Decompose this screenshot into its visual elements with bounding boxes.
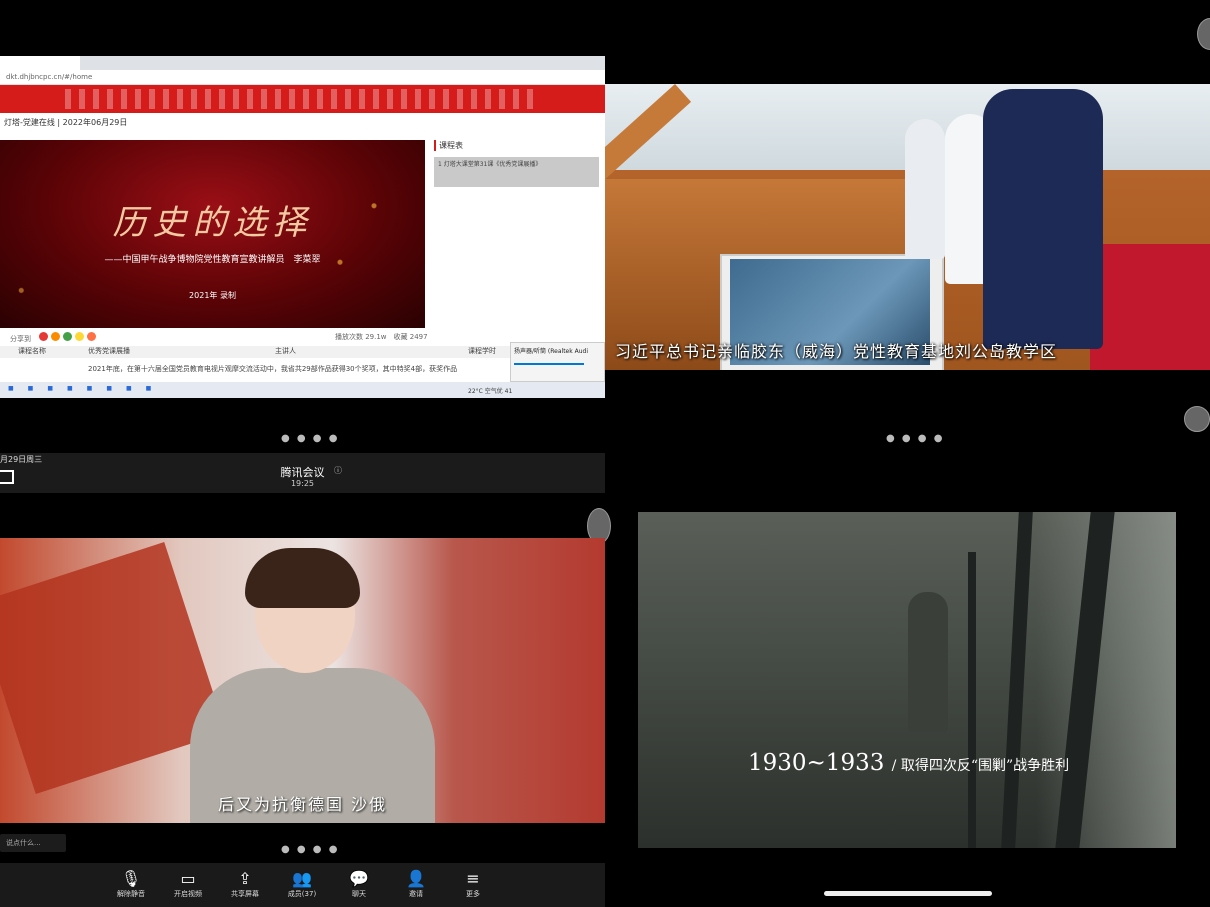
participant-avatar[interactable] [1184,406,1210,432]
page-indicator[interactable]: ● ● ● ● [886,433,944,444]
share-icon[interactable] [87,332,97,341]
video-subtitle: ——中国甲午战争博物院党性教育宣教讲解员 李菜翠 [104,255,321,265]
chat-icon: 💬 [349,869,369,888]
col-course-value: 优秀党课展播 [88,347,130,355]
members-button[interactable]: 👥 成员(37) [277,869,327,899]
video-subtitle: 后又为抗衡德国 沙俄 [217,795,388,814]
site-banner [0,85,605,113]
page-indicator[interactable]: ● ● ● ● [281,844,339,855]
audio-device-label: 扬声器/听筒 (Realtek Audi [514,348,589,355]
caption-years: 1930~1933 [748,750,885,776]
audio-output-popup[interactable]: 扬声器/听筒 (Realtek Audi [510,342,605,382]
course-schedule-item[interactable]: 1 灯塔大课堂第31课《优秀党课展播》 [434,157,599,187]
home-indicator[interactable] [824,891,992,896]
invite-button[interactable]: 👤 邀请 [391,869,441,899]
person-figure [905,119,945,259]
tree-trunk [968,552,976,848]
share-icons[interactable] [39,332,99,343]
browser-tab-bar [0,56,605,70]
participant-avatar[interactable] [1197,18,1210,50]
course-schedule: 课程表 1 灯塔大课堂第31课《优秀党课展播》 [434,140,599,190]
camera-off-icon: ▭ [180,869,196,888]
share-icon[interactable] [51,332,61,341]
meeting-control-bar: 🎙 解除静音 ▭ 开启视频 ⇪ 共享屏幕 👥 成员(37) 💬 聊天 👤 邀请 ≡ 更多 [0,863,605,907]
control-label: 邀请 [409,890,423,898]
meeting-title[interactable]: 腾讯会议 [0,464,605,480]
shared-video-panel-2: 习近平总书记亲临胶东（威海）党性教育基地刘公岛教学区 [605,84,1210,370]
speaker-hair [245,548,360,608]
mic-muted-icon: 🎙 [120,869,142,888]
tree-trunk [1001,512,1033,848]
control-label: 聊天 [352,890,366,898]
info-icon[interactable]: ⓘ [334,465,342,476]
soldier-silhouette [908,592,948,732]
video-caption: 习近平总书记亲临胶东（威海）党性教育基地刘公岛教学区 [615,342,1058,361]
person-figure [983,89,1103,349]
chat-input[interactable]: 说点什么... [0,834,66,852]
start-video-button[interactable]: ▭ 开启视频 [163,869,213,899]
video-year: 2021年 录制 [189,291,236,300]
video-player[interactable]: 历史的选择 ——中国甲午战争博物院党性教育宣教讲解员 李菜翠 2021年 录制 [0,140,425,328]
video-title: 历史的选择 [112,203,313,243]
volume-slider[interactable] [514,363,584,365]
play-stats: 播放次数 29.1w 收藏 2497 [335,333,428,341]
windows-taskbar: ■■■■■■■■ 22°C 空气优 41 [0,382,605,398]
members-icon: 👥 [292,869,312,888]
browser-tab[interactable] [0,56,80,70]
weather-status: 22°C 空气优 41 [468,388,513,395]
banner-ornament [65,89,535,109]
control-label: 更多 [466,890,480,898]
unmute-button[interactable]: 🎙 解除静音 [106,869,156,899]
col-hours: 课程学时 [468,347,496,355]
share-icon[interactable] [39,332,49,341]
speaker-video: 后又为抗衡德国 沙俄 [0,538,605,823]
breadcrumb: 灯塔-党建在线 | 2022年06月29日 [4,118,128,127]
more-button[interactable]: ≡ 更多 [448,869,498,899]
caption-text: / 取得四次反“围剿”战争胜利 [891,758,1070,774]
share-label: 分享到 [10,335,31,343]
invite-icon: 👤 [406,869,426,888]
video-caption: 1930~1933 / 取得四次反“围剿”战争胜利 [748,750,1069,776]
control-label: 解除静音 [117,890,145,898]
control-label: 开启视频 [174,890,202,898]
more-icon: ≡ [466,869,480,888]
meeting-time: 19:25 [290,479,315,488]
share-screen-button[interactable]: ⇪ 共享屏幕 [220,869,270,899]
taskbar-icons[interactable]: ■■■■■■■■ [8,385,165,392]
control-label: 共享屏幕 [231,890,259,898]
col-lecturer: 主讲人 [275,347,296,355]
shared-video-panel-4: 1930~1933 / 取得四次反“围剿”战争胜利 [638,512,1176,848]
share-screen-icon: ⇪ [238,869,252,888]
browser-screen-panel: dkt.dhjbncpc.cn/#/home 灯塔-党建在线 | 2022年06… [0,56,605,398]
address-bar[interactable]: dkt.dhjbncpc.cn/#/home [0,70,605,85]
share-icon[interactable] [75,332,85,341]
control-label: 成员(37) [287,890,317,898]
page-indicator[interactable]: ● ● ● ● [281,433,339,444]
share-icon[interactable] [63,332,73,341]
course-schedule-header: 课程表 [434,140,599,151]
col-course-name: 课程名称 [18,347,46,355]
chat-button[interactable]: 💬 聊天 [334,869,384,899]
meeting-header: 月29日周三 腾讯会议 ⓘ 19:25 [0,453,605,493]
